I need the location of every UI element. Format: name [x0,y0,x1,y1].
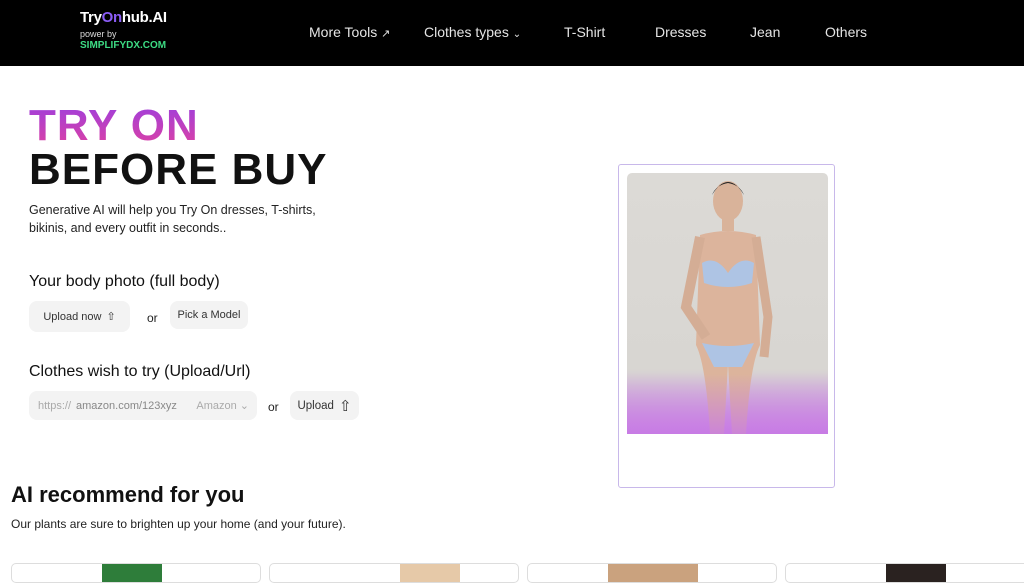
power-by: power by [80,29,117,39]
nav-others[interactable]: Others [825,24,867,40]
nav-dresses[interactable]: Dresses [655,24,706,40]
model-photo [627,173,828,434]
nav-jean[interactable]: Jean [750,24,780,40]
chevron-down-icon: ⌄ [512,29,522,40]
url-placeholder: amazon.com/123xyz [76,399,177,412]
logo-text: On [101,9,123,26]
store-select[interactable]: Amazon ⌄ [196,399,249,412]
product-card[interactable] [527,563,777,583]
url-prefix: https:// [38,399,72,412]
upload-icon: ⇧ [106,311,116,323]
nav-tshirt[interactable]: T-Shirt [564,24,605,40]
or-text: or [147,311,158,325]
clothes-label: Clothes wish to try (Upload/Url) [29,363,251,380]
logo-text: Try [80,9,102,26]
logo[interactable]: TryOnhub.AI power by SIMPLIFYDX.COM [80,9,167,51]
product-card[interactable] [785,563,1024,583]
nav-clothes-types[interactable]: Clothes types ⌄ [424,24,521,40]
external-link-icon: ↗ [381,28,391,40]
nav-more-tools[interactable]: More Tools ↗ [309,24,390,40]
body-photo-label: Your body photo (full body) [29,273,220,290]
top-nav: TryOnhub.AI power by SIMPLIFYDX.COM More… [0,0,1024,66]
chevron-down-icon: ⌄ [239,400,249,412]
upload-clothes-button[interactable]: Upload ⇧ [290,391,359,420]
clothes-url-input[interactable]: https:// amazon.com/123xyz Amazon ⌄ [29,391,257,420]
hero-title: TRY ON BEFORE BUY [29,101,328,194]
hero-description: Generative AI will help you Try On dress… [29,203,316,235]
upload-icon: ⇧ [338,397,352,415]
upload-body-button[interactable]: Upload now ⇧ [29,301,130,332]
product-card[interactable] [269,563,519,583]
logo-text: hub.AI [121,9,167,26]
recommend-title: AI recommend for you [11,482,245,507]
brand-link[interactable]: SIMPLIFYDX.COM [80,40,167,51]
product-card[interactable] [11,563,261,583]
recommend-subtitle: Our plants are sure to brighten up your … [11,517,346,531]
preview-frame [618,164,835,488]
or-text: or [268,400,279,414]
pick-model-button[interactable]: Pick a Model [170,301,248,329]
